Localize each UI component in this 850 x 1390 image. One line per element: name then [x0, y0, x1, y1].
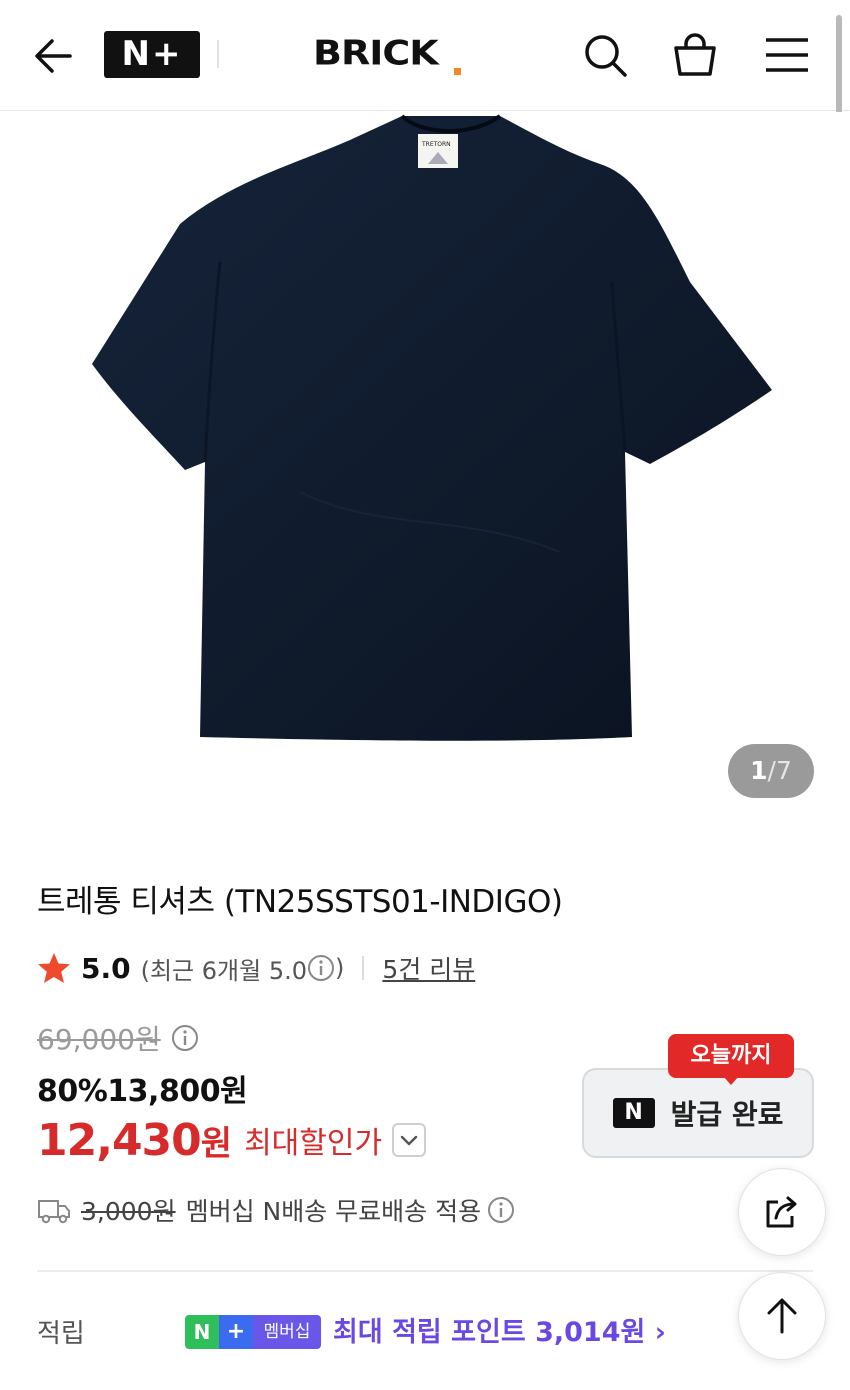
scroll-top-button[interactable]	[738, 1272, 826, 1360]
naver-n-icon: N	[612, 1098, 655, 1128]
original-price: 69,000원	[37, 1023, 161, 1056]
shipping-row: 3,000원 멤버십 N배송 무료배송 적용	[37, 1190, 515, 1230]
nplus-membership-badge: N + 멤버십	[185, 1315, 321, 1349]
badge-n: N	[185, 1315, 219, 1349]
top-header: N+ BRICK	[0, 0, 850, 111]
shipping-fee: 3,000원	[81, 1197, 176, 1226]
back-arrow-icon[interactable]	[30, 32, 78, 80]
rating-separator	[362, 956, 365, 980]
share-icon	[766, 1196, 797, 1228]
max-points-link[interactable]: 최대 적립 포인트 3,014원 ›	[333, 1310, 666, 1349]
info-icon[interactable]	[307, 954, 335, 982]
menu-icon[interactable]	[762, 30, 812, 80]
today-only-tag: 오늘까지	[668, 1034, 794, 1078]
image-counter-total: /7	[767, 756, 792, 785]
rating-row: 5.0 (최근 6개월 5.0 ) 5건 리뷰	[37, 948, 475, 988]
recent-rating-close: )	[335, 954, 345, 982]
review-count-link[interactable]: 5건 리뷰	[382, 950, 475, 986]
nplus-logo-button[interactable]: N+	[104, 31, 200, 78]
shipping-info-icon[interactable]	[487, 1196, 515, 1224]
best-price: 12,430	[37, 1114, 202, 1166]
best-price-label: 최대할인가	[244, 1126, 383, 1161]
arrow-up-icon	[767, 1298, 797, 1334]
recent-rating: (최근 6개월 5.0	[140, 956, 307, 985]
chevron-down-icon[interactable]	[392, 1123, 427, 1157]
badge-plus: +	[219, 1315, 253, 1349]
points-label: 적립	[37, 1319, 85, 1349]
svg-text:TRETORN: TRETORN	[421, 141, 451, 148]
sale-price: 80%13,800원	[37, 1074, 248, 1109]
product-image[interactable]: TRETORN	[0, 112, 850, 824]
tag-pointer	[723, 1076, 739, 1085]
best-price-row: 12,430 원 최대할인가	[37, 1112, 427, 1168]
section-divider	[37, 1270, 813, 1272]
original-price-row: 69,000원	[37, 1018, 199, 1058]
best-price-unit: 원	[200, 1123, 233, 1164]
shopping-bag-icon[interactable]	[670, 30, 720, 80]
coupon-issued-button[interactable]: N 발급 완료	[582, 1068, 814, 1158]
image-counter: 1/7	[728, 744, 814, 798]
share-button[interactable]	[738, 1168, 826, 1256]
header-divider	[217, 40, 219, 68]
truck-icon	[38, 1200, 70, 1224]
product-title: 트레통 티셔츠 (TN25SSTS01-INDIGO)	[37, 884, 563, 920]
search-icon[interactable]	[580, 30, 630, 80]
rating-score: 5.0	[81, 951, 131, 985]
logo-dot	[454, 68, 461, 75]
badge-membership: 멤버십	[253, 1315, 321, 1349]
star-icon	[38, 953, 70, 983]
brick-logo-text: BRICK	[313, 33, 439, 73]
price-info-icon[interactable]	[171, 1024, 199, 1052]
brick-logo[interactable]: BRICK	[313, 30, 463, 78]
shipping-description: 멤버십 N배송 무료배송 적용	[185, 1197, 482, 1226]
image-counter-current: 1	[750, 756, 768, 785]
coupon-label: 발급 완료	[670, 1098, 784, 1131]
